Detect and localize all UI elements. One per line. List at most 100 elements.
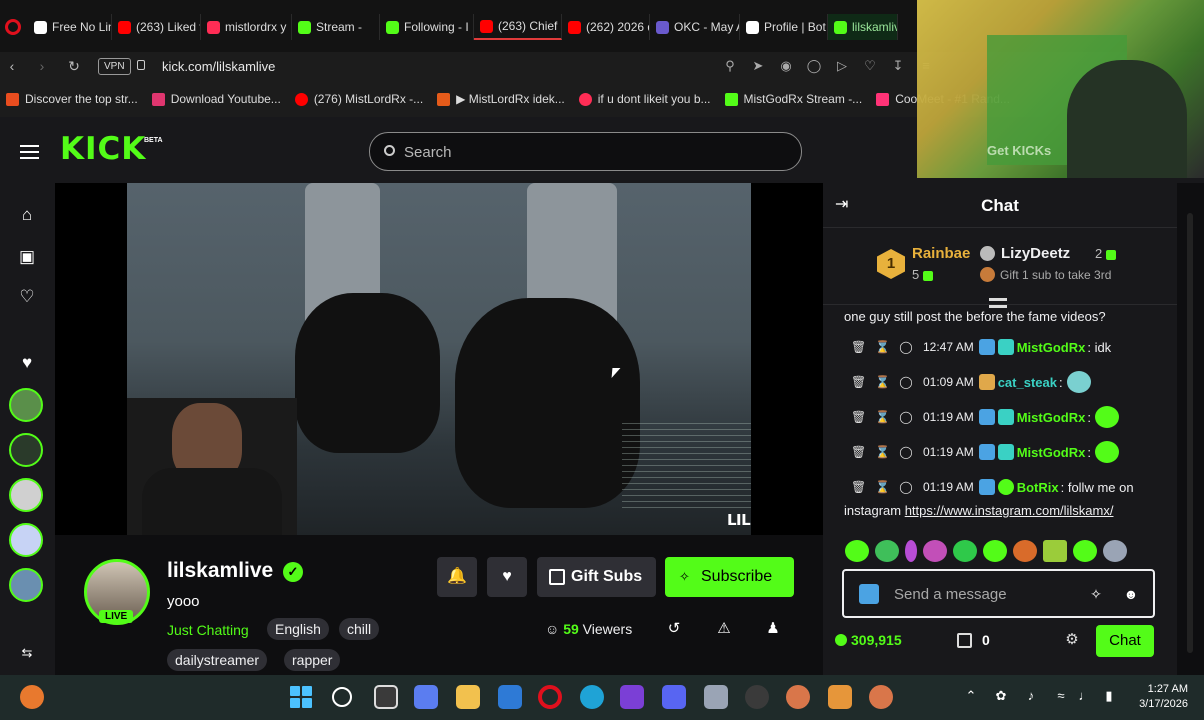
followed-channel-avatar[interactable] xyxy=(9,388,43,422)
leader-first-name[interactable]: Rainbae xyxy=(912,245,970,262)
emoji-icon[interactable]: ☻ xyxy=(1122,585,1140,603)
quick-emote-icon[interactable]: ✧ xyxy=(1087,585,1105,603)
follow-heart-button[interactable]: ♥ xyxy=(487,557,527,597)
ban-shield-icon[interactable]: ◯ xyxy=(899,410,913,424)
snapshot-icon[interactable]: ◉ xyxy=(778,58,794,74)
tray-overflow-icon[interactable]: ⌃ xyxy=(962,687,980,705)
notification-bell-button[interactable]: 🔔 xyxy=(437,557,477,597)
ban-shield-icon[interactable]: ◯ xyxy=(899,480,913,494)
copilot-icon[interactable] xyxy=(414,685,438,709)
chat-username[interactable]: MistGodRx xyxy=(1017,445,1086,460)
delete-icon[interactable]: 🗑 xyxy=(851,375,866,389)
bookmark-heart-icon[interactable]: ♡ xyxy=(862,58,878,74)
emote-icon[interactable] xyxy=(1103,540,1127,562)
timeout-icon[interactable]: ⌛ xyxy=(875,480,890,494)
bookmark-download-youtube[interactable]: Download Youtube... xyxy=(151,92,281,106)
search-taskbar-icon[interactable] xyxy=(332,687,352,707)
page-scrollbar[interactable] xyxy=(1177,183,1204,675)
delete-icon[interactable]: 🗑 xyxy=(851,445,866,459)
drops-count[interactable]: 0 xyxy=(982,632,990,648)
tab-okc-may[interactable]: OKC - May A xyxy=(650,14,740,40)
channel-name[interactable]: lilskamlive xyxy=(167,559,273,583)
wifi-icon[interactable]: ≈ xyxy=(1052,687,1070,705)
followed-channel-avatar[interactable] xyxy=(9,478,43,512)
subscribe-button[interactable]: ✧ Subscribe xyxy=(665,557,794,597)
app-icon[interactable] xyxy=(498,685,522,709)
chat-username[interactable]: BotRix xyxy=(1017,480,1059,495)
edge-icon[interactable] xyxy=(580,685,604,709)
emote-icon[interactable] xyxy=(1043,540,1067,562)
delete-icon[interactable]: 🗑 xyxy=(851,340,866,354)
app-icon[interactable] xyxy=(828,685,852,709)
followed-channel-avatar[interactable] xyxy=(9,568,43,602)
send-icon[interactable]: ➤ xyxy=(750,58,766,74)
video-player[interactable]: LILSKAMLIVE xyxy=(55,183,823,535)
app-icon[interactable] xyxy=(869,685,893,709)
forward-icon[interactable]: › xyxy=(34,58,50,74)
emote-icon[interactable] xyxy=(1013,540,1037,562)
channel-points[interactable]: 309,915 xyxy=(851,632,902,648)
tab-2026[interactable]: (262) 2026 d xyxy=(562,14,650,40)
emote-icon[interactable] xyxy=(905,540,917,562)
timeout-icon[interactable]: ⌛ xyxy=(875,340,890,354)
file-explorer-icon[interactable] xyxy=(456,685,480,709)
tab-following[interactable]: Following - I xyxy=(380,14,474,40)
bookmark-mistlordrx-idek[interactable]: ▶ MistLordRx idek... xyxy=(437,92,565,106)
bookmark-mistgodrx-stream[interactable]: MistGodRx Stream -... xyxy=(724,92,862,106)
followed-channel-avatar[interactable] xyxy=(9,433,43,467)
get-kicks-button[interactable]: Get KICKs xyxy=(987,143,1051,158)
chat-send-button[interactable]: Chat xyxy=(1096,625,1154,657)
camera-icon[interactable] xyxy=(704,685,728,709)
lock-icon[interactable] xyxy=(137,60,145,70)
search-page-icon[interactable]: ⚲ xyxy=(722,58,738,74)
chat-username[interactable]: MistGodRx xyxy=(1017,410,1086,425)
chat-username[interactable]: MistGodRx xyxy=(1017,340,1086,355)
following-heart-icon[interactable]: ♡ xyxy=(17,287,37,307)
ban-shield-icon[interactable]: ◯ xyxy=(899,445,913,459)
hamburger-menu-icon[interactable] xyxy=(20,145,39,159)
report-warning-icon[interactable]: ⚠ xyxy=(714,619,734,639)
home-icon[interactable]: ⌂ xyxy=(17,205,37,225)
delete-icon[interactable]: 🗑 xyxy=(851,480,866,494)
delete-icon[interactable]: 🗑 xyxy=(851,410,866,424)
back-icon[interactable]: ‹ xyxy=(4,58,20,74)
instagram-link[interactable]: https://www.instagram.com/lilskamx/ xyxy=(905,503,1114,518)
tag-dailystreamer[interactable]: dailystreamer xyxy=(167,649,268,671)
browse-icon[interactable]: ▣ xyxy=(17,247,37,267)
user-icon[interactable]: ♟ xyxy=(763,619,783,639)
emote-icon[interactable] xyxy=(983,540,1007,562)
bookmark-mistlordrx-yt[interactable]: (276) MistLordRx -... xyxy=(294,92,423,106)
chat-input-box[interactable]: ✧ ☻ xyxy=(842,569,1155,618)
download-icon[interactable]: ↧ xyxy=(890,58,906,74)
followed-heart-icon[interactable]: ♥ xyxy=(17,353,37,373)
tab-stream[interactable]: Stream - xyxy=(292,14,380,40)
bookmark-discover[interactable]: Discover the top str... xyxy=(6,92,138,106)
vpn-badge[interactable]: VPN xyxy=(98,58,131,75)
expand-sidebar-icon[interactable]: ⇆ xyxy=(17,643,37,663)
timeout-icon[interactable]: ⌛ xyxy=(875,410,890,424)
search-box[interactable] xyxy=(369,132,802,171)
emote-icon[interactable] xyxy=(923,540,947,562)
tag-chill[interactable]: chill xyxy=(339,618,380,640)
ban-shield-icon[interactable]: ◯ xyxy=(899,340,913,354)
gift-subs-button[interactable]: Gift Subs xyxy=(537,557,656,597)
emote-icon[interactable] xyxy=(953,540,977,562)
chat-username[interactable]: cat_steak xyxy=(998,375,1057,390)
tab-mistlordrx[interactable]: mistlordrx y xyxy=(201,14,292,40)
widgets-icon[interactable] xyxy=(20,685,44,709)
volume-icon[interactable]: ♩ xyxy=(1076,687,1094,705)
tab-liked-videos[interactable]: (263) Liked v xyxy=(112,14,201,40)
tab-chief-k[interactable]: (263) Chief K xyxy=(474,14,562,40)
tab-free-no-lim[interactable]: Free No Lim xyxy=(28,14,112,40)
player-icon[interactable]: ▷ xyxy=(834,58,850,74)
url-field[interactable]: kick.com/lilskamlive xyxy=(162,59,275,74)
opera-taskbar-icon[interactable] xyxy=(538,685,562,709)
tab-lilskamlive-active[interactable]: lilskamlive Strea xyxy=(828,14,898,40)
tag-english[interactable]: English xyxy=(267,618,329,640)
emote-icon[interactable] xyxy=(1073,540,1097,562)
ban-shield-icon[interactable]: ◯ xyxy=(899,375,913,389)
tray-app-icon[interactable]: ✿ xyxy=(992,687,1010,705)
leader-second-name[interactable]: LizyDeetz xyxy=(1001,245,1070,262)
microphone-icon[interactable]: ♪ xyxy=(1022,687,1040,705)
scrollbar-thumb[interactable] xyxy=(1187,213,1193,653)
